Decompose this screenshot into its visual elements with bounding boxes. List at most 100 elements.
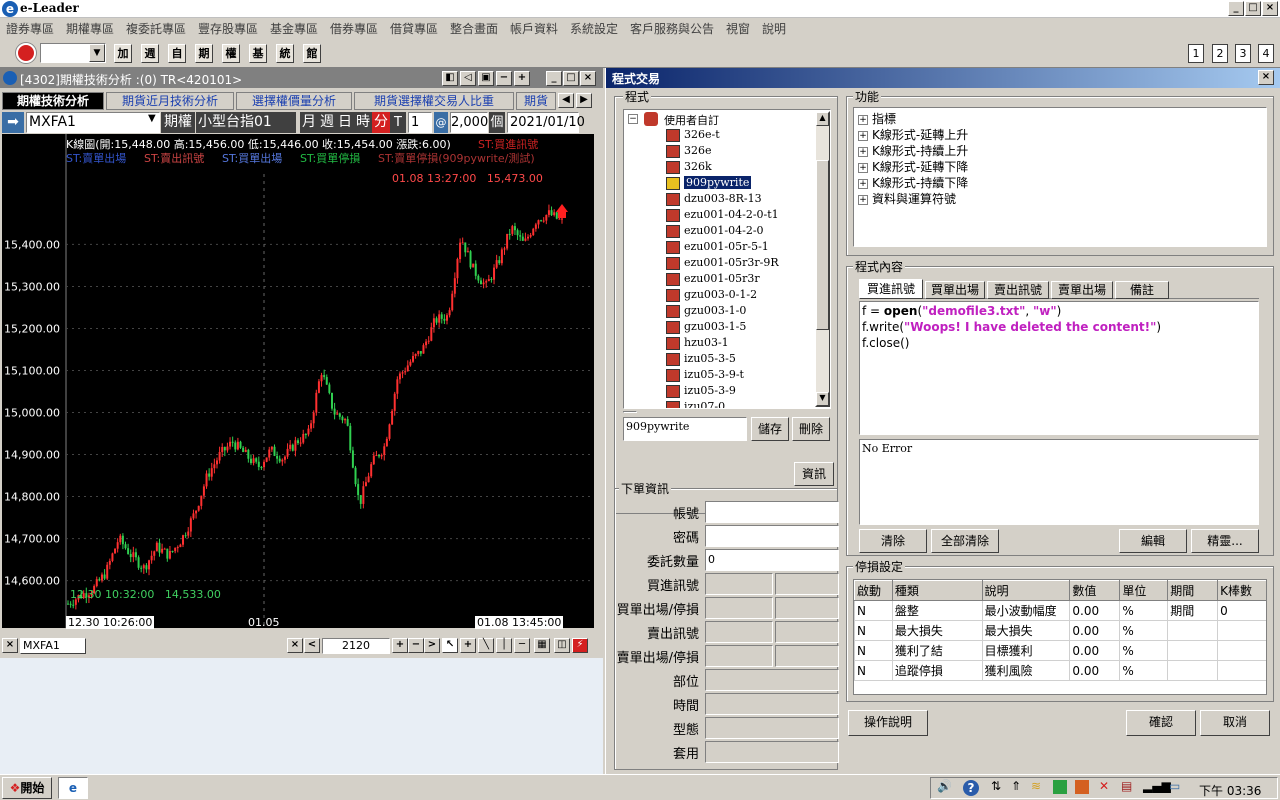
trendline-tool-icon[interactable]: ╲ [478, 638, 494, 653]
delete-button[interactable]: 刪除 [792, 417, 830, 441]
stop-cell[interactable]: 目標獲利 [981, 640, 1071, 661]
monitor-icon[interactable]: ▭ [1169, 779, 1180, 793]
scroll-down-icon[interactable]: ▼ [816, 392, 829, 406]
print-icon[interactable]: ▣ [478, 71, 494, 86]
order-field-input[interactable] [705, 573, 773, 595]
order-field-input-secondary[interactable] [775, 573, 839, 595]
order-field-input[interactable]: 0 [705, 549, 839, 571]
tree-item[interactable]: hzu03-1 [624, 336, 824, 352]
order-field-input[interactable] [705, 525, 839, 547]
tree-root[interactable]: − 使用者自訂 [624, 112, 824, 128]
scroll-thumb[interactable] [816, 160, 829, 330]
cancel-button[interactable]: 取消 [1200, 710, 1270, 736]
period-hour[interactable]: 時 [354, 112, 372, 133]
info-button[interactable]: 資訊 [794, 462, 834, 486]
symbol-dropdown-icon[interactable]: ▼ [148, 113, 156, 124]
measure-tool-icon[interactable]: ▦ [534, 638, 550, 653]
period-tick[interactable]: T [390, 112, 406, 133]
layout-button-4[interactable]: 4 [1258, 44, 1274, 63]
hline-tool-icon[interactable]: ─ [514, 638, 530, 653]
bar-next-icon[interactable]: > [424, 638, 440, 653]
period-minute[interactable]: 分 [372, 112, 390, 133]
tab-sell-signal[interactable]: 賣出訊號 [987, 281, 1049, 299]
order-field-input[interactable] [705, 741, 839, 763]
order-field-input[interactable] [705, 501, 839, 523]
network-icon[interactable]: ⇅ [991, 779, 1001, 793]
menu-item-securities-lending[interactable]: 借券專區 [330, 20, 378, 37]
chart-close-button[interactable]: × [580, 71, 596, 86]
menu-item-window[interactable]: 視窗 [726, 20, 750, 37]
chart-minimize-button[interactable]: _ [546, 71, 562, 86]
stop-table-row[interactable]: N 最大損失 最大損失 0.00% [854, 620, 1266, 641]
tab-futures-near-month[interactable]: 期貨近月技術分析 [106, 92, 234, 110]
zoom-out-icon[interactable]: − [496, 71, 512, 86]
mode-label[interactable]: 期權 [161, 112, 195, 133]
clear-button[interactable]: 清除 [859, 529, 927, 553]
help-button[interactable]: 操作說明 [848, 710, 928, 736]
tab-trader-ratio[interactable]: 期貨選擇權交易人比重 [354, 92, 514, 110]
stop-cell[interactable]: 最小波動幅度 [981, 600, 1071, 621]
split-tool-icon[interactable]: ◫ [554, 638, 570, 653]
stop-table-row[interactable]: N 獲利了結 目標獲利 0.00% [854, 640, 1266, 661]
chart-svg[interactable]: 15,400.00 15,300.00 15,200.00 15,100.00 15,0… [2, 134, 594, 628]
bar-count-field[interactable]: 2120 [322, 638, 390, 654]
stop-cell[interactable]: N [854, 640, 893, 661]
menu-item-help[interactable]: 說明 [762, 20, 786, 37]
expand-icon[interactable]: + [858, 146, 868, 157]
security-icon[interactable] [1053, 780, 1067, 794]
wizard-button[interactable]: 精靈... [1191, 529, 1259, 553]
order-field-input[interactable] [705, 645, 773, 667]
stop-cell[interactable]: % [1119, 620, 1169, 641]
stop-cell[interactable]: 最大損失 [891, 620, 983, 641]
period-week[interactable]: 週 [318, 112, 336, 133]
period-month[interactable]: 月 [300, 112, 318, 133]
code-editor[interactable]: f = open("demofile3.txt", "w") f.write("W… [859, 301, 1259, 435]
tree-item[interactable]: 909pywrite [624, 176, 824, 192]
tree-item[interactable]: izu05-3-9-t [624, 368, 824, 384]
menu-item-funds[interactable]: 基金專區 [270, 20, 318, 37]
stop-cell[interactable]: N [854, 600, 893, 621]
order-field-input[interactable] [705, 669, 839, 691]
tab-options-volume[interactable]: 選擇權價量分析 [236, 92, 352, 110]
menu-item-loans[interactable]: 借貸專區 [390, 20, 438, 37]
expand-icon[interactable]: + [858, 194, 868, 205]
quantity-input[interactable]: 2,000 [450, 112, 488, 133]
layout-button-3[interactable]: 3 [1235, 44, 1251, 63]
period-count-input[interactable]: 1 [408, 112, 432, 133]
tree-item[interactable]: izu05-3-5 [624, 352, 824, 368]
close-tab-icon[interactable]: × [2, 638, 18, 653]
tab-buy-signal[interactable]: 買進訊號 [859, 279, 923, 299]
arrow-right-icon[interactable]: ➡ [2, 112, 24, 133]
minimize-button[interactable]: _ [1228, 1, 1244, 16]
tree-scrollbar[interactable]: ▲ ▼ [815, 111, 830, 407]
tree-item[interactable]: ezu001-04-2-0-t1 [624, 208, 824, 224]
tree-item[interactable]: gzu003-1-0 [624, 304, 824, 320]
stop-cell[interactable]: 0.00 [1069, 600, 1121, 621]
collapse-icon[interactable]: − [628, 114, 638, 124]
program-name-input[interactable]: 909pywrite [623, 417, 747, 441]
stop-cell[interactable]: 0.00 [1069, 620, 1121, 641]
date-input[interactable]: 2021/01/10 [507, 112, 585, 133]
stop-cell[interactable]: % [1119, 660, 1169, 681]
candlestick-chart[interactable]: 15,400.00 15,300.00 15,200.00 15,100.00 15,0… [2, 134, 594, 628]
toolbar-button-fund[interactable]: 基 [249, 44, 267, 63]
toolbar-button-week[interactable]: 週 [141, 44, 159, 63]
tab-sell-exit[interactable]: 賣單出場 [1051, 281, 1113, 299]
save-button[interactable]: 儲存 [751, 417, 789, 441]
function-item[interactable]: + 資料與運算符號 [858, 190, 956, 207]
function-item[interactable]: + 指標 [858, 110, 896, 127]
tree-item[interactable]: ezu001-05r3r [624, 272, 824, 288]
function-item[interactable]: + K線形式-延轉下降 [858, 158, 968, 175]
cursor-tool-icon[interactable]: ↖ [442, 638, 458, 653]
expand-icon[interactable]: + [858, 162, 868, 173]
symbol-input[interactable]: MXFA1 [26, 112, 160, 133]
toolbar-button-hall[interactable]: 館 [303, 44, 321, 63]
stop-cell[interactable]: 0.00 [1069, 660, 1121, 681]
function-item[interactable]: + K線形式-延轉上升 [858, 126, 968, 143]
order-field-input[interactable] [705, 597, 773, 619]
order-field-input-secondary[interactable] [775, 621, 839, 643]
stop-cell[interactable] [1167, 640, 1219, 661]
stop-cell[interactable] [1217, 660, 1266, 681]
alert-tool-icon[interactable]: ⚡ [572, 638, 588, 653]
stop-cell[interactable]: N [854, 660, 893, 681]
